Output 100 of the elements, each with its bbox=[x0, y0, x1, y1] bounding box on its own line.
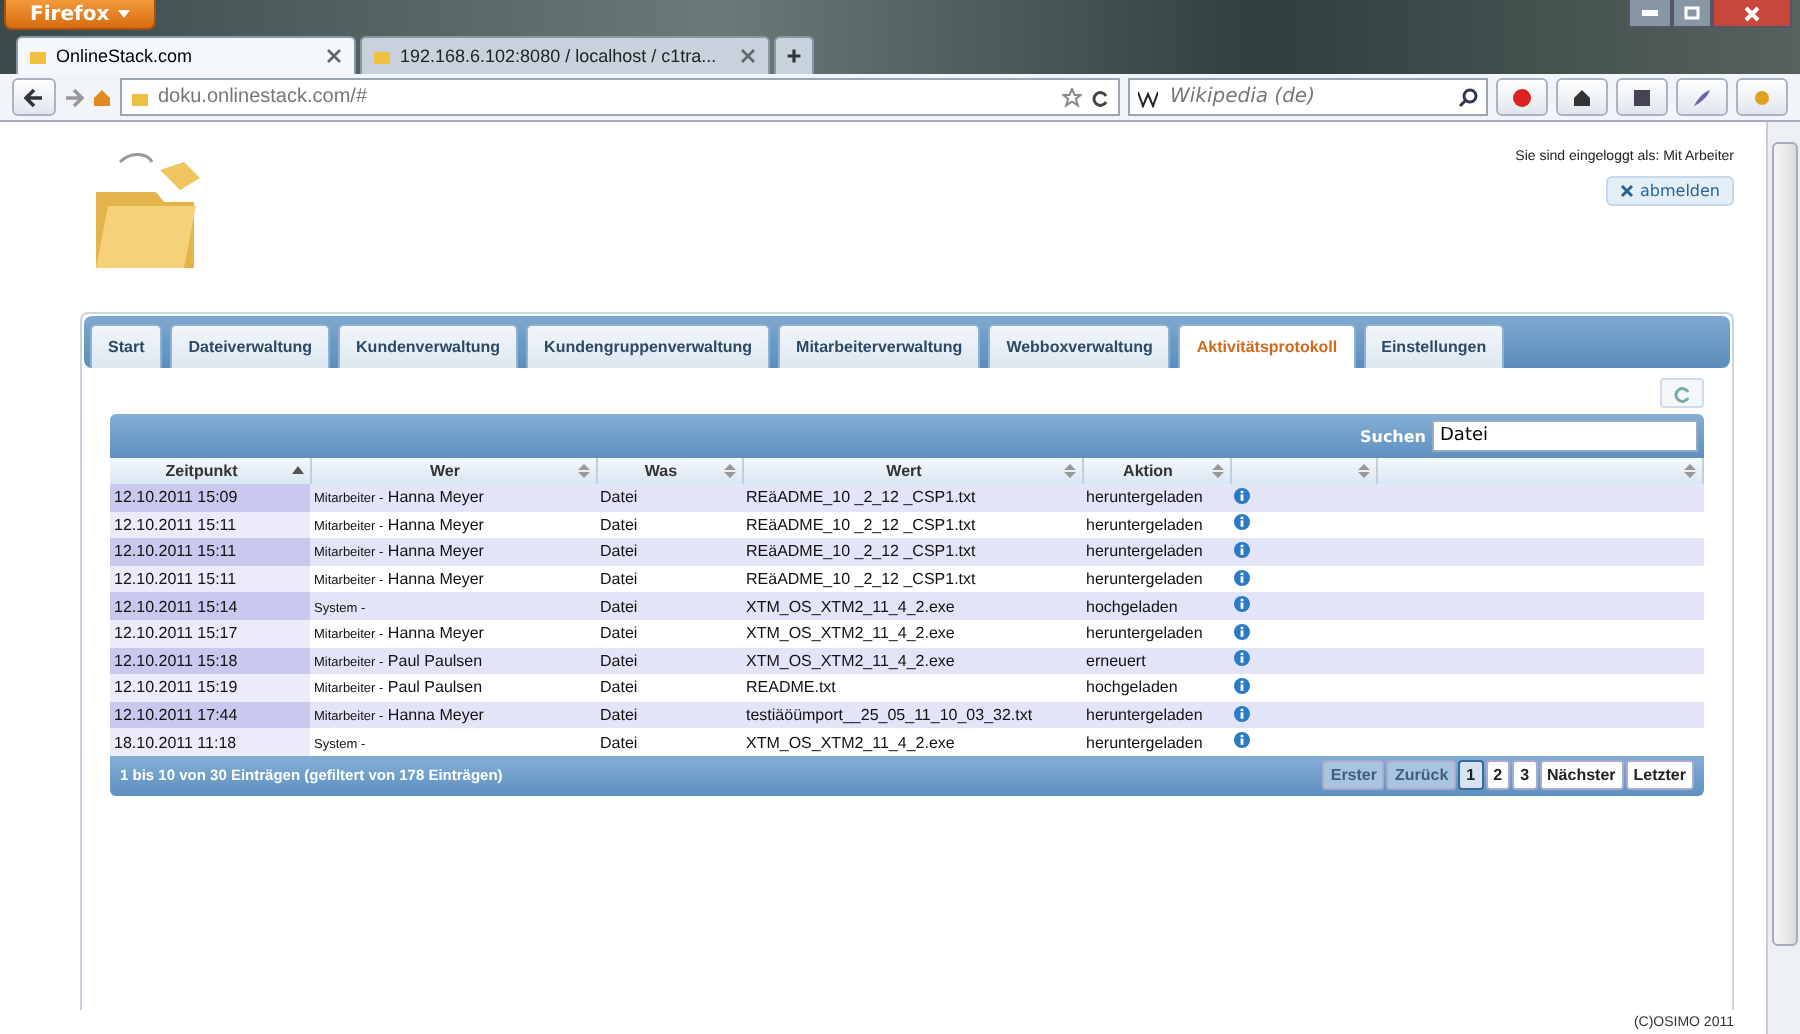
sort-icon bbox=[577, 464, 589, 478]
pagination-button[interactable]: 3 bbox=[1512, 760, 1538, 791]
home-icon bbox=[92, 87, 112, 107]
nav-tab[interactable]: Webboxverwaltung bbox=[988, 324, 1171, 368]
column-header[interactable]: Aktion bbox=[1082, 458, 1230, 484]
sort-icon bbox=[1063, 464, 1075, 478]
search-icon bbox=[1458, 87, 1478, 107]
bookmark-icon bbox=[1632, 87, 1652, 107]
table-cell: REäADME_10 _2_12 _CSP1.txt bbox=[742, 511, 1082, 539]
info-icon[interactable] bbox=[1234, 650, 1250, 667]
info-icon[interactable] bbox=[1234, 487, 1250, 504]
table-cell: REäADME_10 _2_12 _CSP1.txt bbox=[742, 538, 1082, 566]
puzzle-icon bbox=[1752, 87, 1772, 107]
table-cell: 12.10.2011 15:11 bbox=[110, 511, 310, 539]
sort-icon bbox=[1684, 464, 1696, 478]
search-field[interactable]: Wikipedia (de) bbox=[1128, 78, 1488, 116]
column-header[interactable]: Wer bbox=[310, 458, 596, 484]
plus-icon bbox=[786, 46, 802, 66]
nav-tab[interactable]: Dateiverwaltung bbox=[170, 324, 331, 368]
caret-icon bbox=[117, 10, 130, 18]
minimize-button[interactable] bbox=[1628, 0, 1672, 28]
nav-tab[interactable]: Kundengruppenverwaltung bbox=[526, 324, 771, 368]
table-cell: XTM_OS_XTM2_11_4_2.exe bbox=[742, 592, 1082, 620]
wikipedia-icon bbox=[1138, 87, 1158, 107]
nav-tab[interactable]: Kundenverwaltung bbox=[338, 324, 519, 368]
forward-arrow-icon bbox=[64, 87, 84, 107]
star-icon bbox=[1062, 87, 1082, 107]
table-cell: heruntergeladen bbox=[1082, 511, 1230, 539]
browser-tab[interactable]: 192.168.6.102:8080 / localhost / c1tra... bbox=[360, 36, 770, 74]
table-cell: Datei bbox=[596, 538, 742, 566]
table-cell: Datei bbox=[596, 484, 742, 512]
table-cell: 12.10.2011 15:17 bbox=[110, 619, 310, 648]
table-cell: Datei bbox=[596, 647, 742, 675]
table-cell: heruntergeladen bbox=[1082, 538, 1230, 566]
column-header[interactable]: Was bbox=[596, 458, 742, 484]
logout-button[interactable]: abmelden bbox=[1606, 176, 1734, 206]
column-header[interactable]: Wert bbox=[742, 458, 1082, 484]
info-icon[interactable] bbox=[1234, 732, 1250, 749]
table-cell: heruntergeladen bbox=[1082, 565, 1230, 593]
table-cell: XTM_OS_XTM2_11_4_2.exe bbox=[742, 647, 1082, 675]
info-icon[interactable] bbox=[1234, 541, 1250, 558]
close-icon bbox=[738, 46, 758, 66]
nav-tab[interactable]: Einstellungen bbox=[1363, 324, 1505, 368]
table-cell: Datei bbox=[596, 701, 742, 729]
table-cell: Datei bbox=[596, 674, 742, 702]
refresh-button[interactable] bbox=[1660, 378, 1704, 408]
pagination-button[interactable]: 1 bbox=[1458, 760, 1484, 791]
adblock-button[interactable] bbox=[1496, 78, 1548, 116]
bookmarks-button[interactable] bbox=[1616, 78, 1668, 116]
nav-tab[interactable]: Aktivitätsprotokoll bbox=[1178, 324, 1356, 368]
home-icon bbox=[1572, 87, 1592, 107]
table-cell: heruntergeladen bbox=[1082, 619, 1230, 648]
search-field[interactable]: Datei bbox=[1432, 420, 1698, 452]
scrollbar[interactable] bbox=[1766, 122, 1800, 1034]
table-cell: XTM_OS_XTM2_11_4_2.exe bbox=[742, 619, 1082, 648]
nav-tab[interactable]: Start bbox=[90, 324, 163, 368]
table-cell: 12.10.2011 15:19 bbox=[110, 674, 310, 702]
info-icon[interactable] bbox=[1234, 569, 1250, 586]
table-cell: Datei bbox=[596, 511, 742, 539]
column-header[interactable]: Zeitpunkt bbox=[110, 458, 310, 484]
refresh-icon bbox=[1672, 383, 1692, 403]
feather-button[interactable] bbox=[1676, 78, 1728, 116]
close-button[interactable] bbox=[1712, 0, 1792, 28]
close-icon bbox=[1744, 5, 1760, 21]
address-field[interactable]: doku.onlinestack.com/# bbox=[120, 78, 1120, 116]
info-icon[interactable] bbox=[1234, 514, 1250, 531]
info-icon[interactable] bbox=[1234, 677, 1250, 694]
maximize-icon bbox=[1684, 6, 1700, 20]
sort-icon bbox=[1211, 464, 1223, 478]
table-cell: Datei bbox=[596, 592, 742, 620]
addon-button[interactable] bbox=[1736, 78, 1788, 116]
maximize-button[interactable] bbox=[1672, 0, 1712, 28]
pagination-button[interactable]: Letzter bbox=[1625, 760, 1694, 791]
feather-icon bbox=[1692, 87, 1712, 107]
pagination-button[interactable]: Nächster bbox=[1539, 760, 1624, 791]
table-cell: 12.10.2011 15:14 bbox=[110, 592, 310, 620]
nav-tab[interactable]: Mitarbeiterverwaltung bbox=[778, 324, 981, 368]
table-cell: hochgeladen bbox=[1082, 674, 1230, 702]
back-button[interactable] bbox=[12, 78, 56, 116]
table-cell: 12.10.2011 17:44 bbox=[110, 701, 310, 729]
table-cell: heruntergeladen bbox=[1082, 701, 1230, 729]
minimize-icon bbox=[1642, 10, 1658, 16]
browser-tab[interactable]: OnlineStack.com bbox=[16, 36, 356, 74]
scrollbar-thumb[interactable] bbox=[1771, 142, 1797, 946]
table-cell: 12.10.2011 15:09 bbox=[110, 484, 310, 512]
search-label: Suchen bbox=[1359, 427, 1426, 445]
pagination-button[interactable]: 2 bbox=[1485, 760, 1511, 791]
back-arrow-icon bbox=[24, 87, 44, 107]
info-icon[interactable] bbox=[1234, 705, 1250, 722]
table-cell: 12.10.2011 15:11 bbox=[110, 538, 310, 566]
new-tab-button[interactable] bbox=[774, 36, 814, 74]
table-cell: REäADME_10 _2_12 _CSP1.txt bbox=[742, 484, 1082, 512]
info-icon[interactable] bbox=[1234, 596, 1250, 613]
home-button[interactable] bbox=[1556, 78, 1608, 116]
table-cell: erneuert bbox=[1082, 647, 1230, 675]
table-cell: README.txt bbox=[742, 674, 1082, 702]
page-icon bbox=[372, 46, 392, 66]
page-icon bbox=[28, 46, 48, 66]
table-cell: 18.10.2011 11:18 bbox=[110, 728, 310, 756]
info-icon[interactable] bbox=[1234, 623, 1250, 640]
